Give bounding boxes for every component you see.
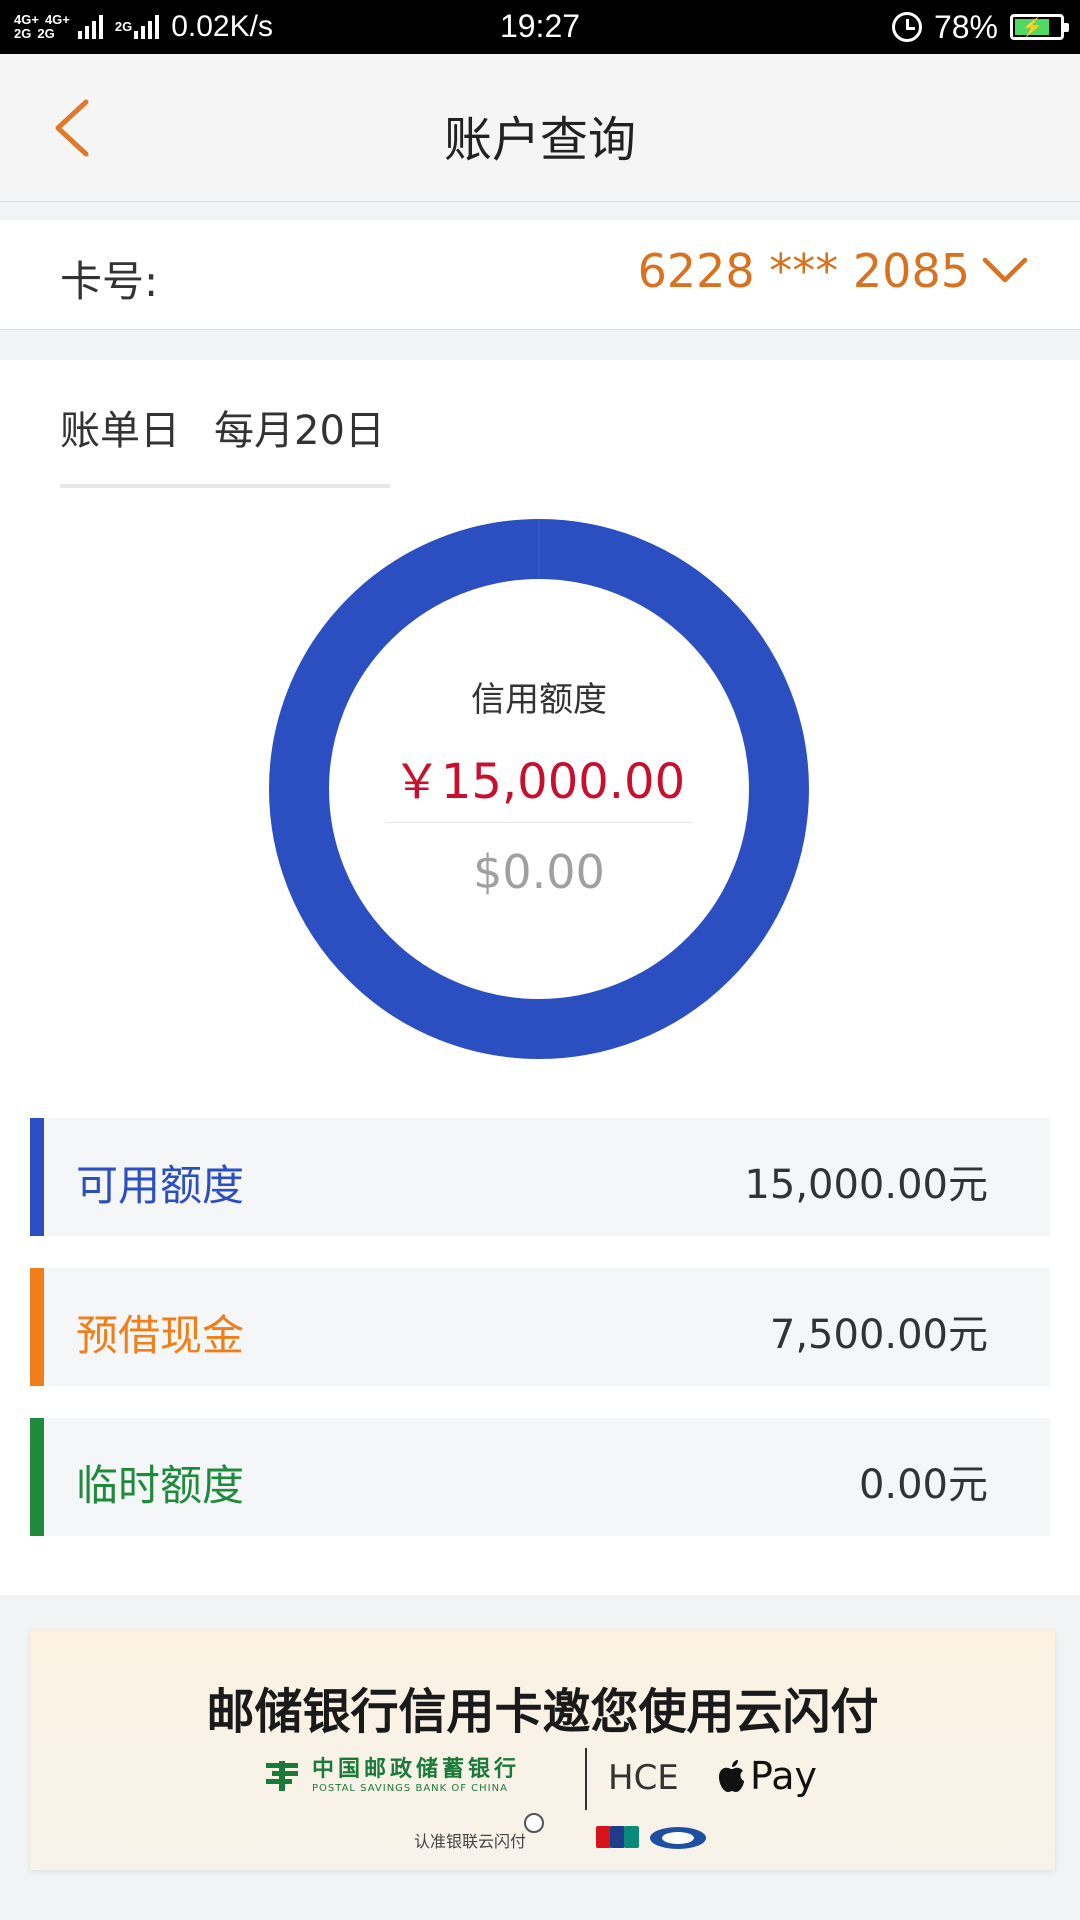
billing-divider: [60, 484, 390, 488]
card-label: 卡号:: [60, 257, 159, 306]
billing-day-label: 账单日: [60, 408, 180, 454]
limit-name: 临时额度: [76, 1461, 245, 1510]
quickpass-icon: [650, 1827, 706, 1849]
unionpay-icon: [596, 1826, 639, 1848]
banner-divider: [585, 1748, 587, 1810]
limit-name: 预借现金: [76, 1311, 245, 1360]
battery-charging-icon: ⚡: [1010, 14, 1069, 40]
donut-divider: [386, 822, 692, 823]
alarm-icon: [891, 12, 922, 42]
status-bar: 4G+ 4G+ 2G 2G 2G 0.02K/s 19:27 78% ⚡: [0, 0, 1080, 54]
chevron-down-icon[interactable]: [980, 250, 1030, 290]
account-panel: 账单日 每月20日 信用额度 ￥15,000.00 $0.00 可用额度 15,0…: [0, 360, 1080, 1595]
promo-banner[interactable]: 邮储银行信用卡邀您使用云闪付 中国邮政储蓄银行 POSTAL SAVINGS B…: [30, 1630, 1055, 1870]
bank-name-cn: 中国邮政储蓄银行: [312, 1756, 521, 1782]
credit-limit-label: 信用额度: [471, 680, 607, 720]
bank-name-en: POSTAL SAVINGS BANK OF CHINA: [312, 1783, 508, 1794]
limit-row-available: 可用额度 15,000.00元: [30, 1118, 1050, 1236]
limit-color-bar: [30, 1418, 44, 1536]
billing-day: 账单日 每月20日: [60, 398, 385, 456]
battery-percent: 78%: [933, 8, 998, 45]
card-selector[interactable]: 卡号: 6228 *** 2085: [0, 220, 1080, 330]
apple-pay-logo: Pay: [716, 1754, 817, 1798]
limit-row-cash-advance: 预借现金 7,500.00元: [30, 1268, 1050, 1386]
banner-headline: 邮储银行信用卡邀您使用云闪付: [30, 1672, 1055, 1742]
pay-label: Pay: [750, 1754, 817, 1798]
limit-row-temporary: 临时额度 0.00元: [30, 1418, 1050, 1536]
psbc-emblem-icon: [266, 1761, 298, 1791]
page-title: 账户查询: [443, 112, 636, 168]
apple-icon: [719, 1760, 744, 1792]
hce-label: HCE: [608, 1758, 679, 1798]
limit-color-bar: [30, 1118, 44, 1236]
credit-limit-usd: $0.00: [473, 845, 605, 899]
limit-color-bar: [30, 1268, 44, 1386]
billing-day-value: 每月20日: [214, 408, 385, 454]
credit-limit-amount: ￥15,000.00: [392, 754, 686, 810]
limit-value: 15,000.00元: [744, 1162, 988, 1208]
limit-name: 可用额度: [76, 1161, 245, 1210]
card-number[interactable]: 6228 *** 2085: [638, 244, 970, 298]
nav-bar: 账户查询: [0, 54, 1080, 202]
limit-value: 7,500.00元: [769, 1312, 988, 1358]
floating-assist-icon[interactable]: [524, 1813, 544, 1833]
banner-headline-b: 云闪付: [734, 1684, 879, 1740]
recognize-text: 认准银联云闪付: [414, 1832, 527, 1851]
banner-headline-a: 邮储银行信用卡邀您使用: [206, 1684, 735, 1740]
status-right: 78% ⚡: [891, 0, 1069, 54]
psbc-logo: 中国邮政储蓄银行 POSTAL SAVINGS BANK OF CHINA: [262, 1758, 520, 1794]
limit-value: 0.00元: [858, 1462, 988, 1508]
